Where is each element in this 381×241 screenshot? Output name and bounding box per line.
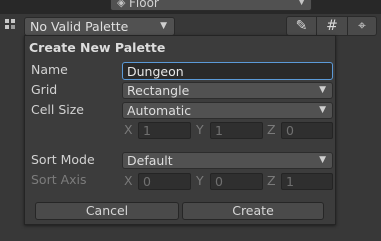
palette-icon bbox=[4, 17, 18, 33]
sort-axis-x-field[interactable]: 0 bbox=[138, 173, 191, 190]
sort-mode-dropdown-value: Default bbox=[127, 153, 173, 168]
cell-size-z-label: Z bbox=[267, 122, 276, 137]
crosshair-icon: ⌖ bbox=[358, 18, 366, 34]
palette-dropdown-value: No Valid Palette bbox=[30, 19, 129, 34]
cell-size-z-field[interactable]: 0 bbox=[281, 122, 333, 139]
grid-toggle-button[interactable]: # bbox=[316, 16, 348, 36]
layers-icon: ◈ bbox=[117, 0, 126, 9]
chevron-down-icon: ▼ bbox=[298, 0, 305, 7]
chevron-down-icon: ▼ bbox=[319, 155, 326, 165]
chevron-down-icon: ▼ bbox=[319, 85, 326, 95]
cell-size-y-label: Y bbox=[196, 122, 204, 137]
name-field[interactable]: Dungeon bbox=[122, 62, 333, 80]
panel-title: Create New Palette bbox=[29, 40, 166, 55]
active-layer-dropdown[interactable]: ◈ Floor ▼ bbox=[110, 0, 312, 11]
sort-axis-label: Sort Axis bbox=[31, 172, 87, 187]
cell-size-dropdown-value: Automatic bbox=[127, 103, 192, 118]
sort-axis-y-value: 0 bbox=[215, 174, 223, 189]
focus-button[interactable]: ⌖ bbox=[347, 16, 377, 36]
grid-label: Grid bbox=[31, 82, 58, 97]
sort-axis-z-label: Z bbox=[267, 173, 276, 188]
name-label: Name bbox=[31, 62, 68, 77]
sort-axis-x-value: 0 bbox=[143, 174, 151, 189]
name-field-value: Dungeon bbox=[127, 64, 184, 79]
chevron-down-icon: ▼ bbox=[319, 105, 326, 115]
cell-size-y-value: 1 bbox=[215, 123, 223, 138]
pencil-icon: ✎ bbox=[295, 18, 308, 34]
grid-dropdown[interactable]: Rectangle ▼ bbox=[122, 82, 333, 99]
palette-dropdown[interactable]: No Valid Palette ▼ bbox=[24, 17, 175, 36]
active-layer-value: Floor bbox=[129, 0, 159, 10]
sort-axis-y-field[interactable]: 0 bbox=[210, 173, 263, 190]
cell-size-x-label: X bbox=[124, 122, 133, 137]
sort-axis-z-field[interactable]: 1 bbox=[281, 173, 333, 190]
grid-icon: # bbox=[326, 18, 338, 34]
create-button[interactable]: Create bbox=[182, 202, 324, 220]
cell-size-x-field[interactable]: 1 bbox=[138, 122, 191, 139]
sort-axis-x-label: X bbox=[124, 173, 133, 188]
chevron-down-icon: ▼ bbox=[160, 21, 167, 31]
sort-mode-label: Sort Mode bbox=[31, 152, 95, 167]
grid-dropdown-value: Rectangle bbox=[127, 83, 190, 98]
sort-mode-dropdown[interactable]: Default ▼ bbox=[122, 152, 333, 169]
cell-size-x-value: 1 bbox=[143, 123, 151, 138]
cell-size-y-field[interactable]: 1 bbox=[210, 122, 263, 139]
edit-palette-button[interactable]: ✎ bbox=[286, 16, 317, 36]
cancel-button[interactable]: Cancel bbox=[35, 202, 179, 220]
sort-axis-z-value: 1 bbox=[286, 174, 294, 189]
cell-size-dropdown[interactable]: Automatic ▼ bbox=[122, 102, 333, 119]
cell-size-z-value: 0 bbox=[286, 123, 294, 138]
sort-axis-y-label: Y bbox=[196, 173, 204, 188]
cell-size-label: Cell Size bbox=[31, 102, 84, 117]
